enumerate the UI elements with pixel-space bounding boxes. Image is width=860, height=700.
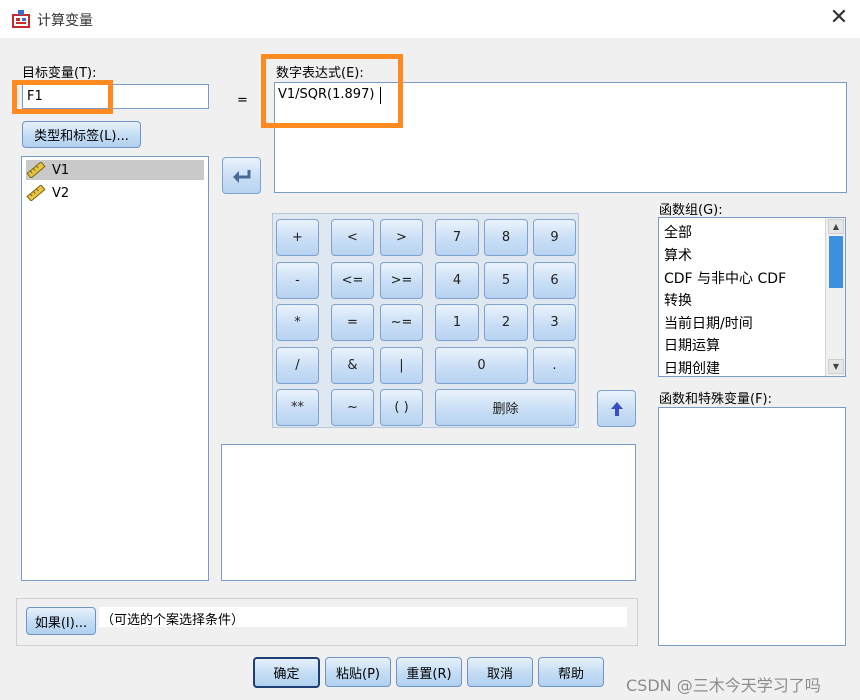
equals-sign: = [237,93,248,108]
key-2[interactable]: 2 [484,304,528,341]
target-highlight-box [12,80,113,114]
key-and[interactable]: & [331,347,374,384]
return-arrow-icon [232,169,250,183]
key-not-equal[interactable]: ~= [380,304,423,341]
key-1[interactable]: 1 [435,304,479,341]
key-delete[interactable]: 删除 [435,389,576,426]
target-variable-label: 目标变量(T): [22,66,97,81]
key-power[interactable]: ** [276,389,319,426]
key-9[interactable]: 9 [533,219,576,256]
watermark-text: CSDN @三木今天学习了吗 [626,676,821,695]
window-title: 计算变量 [37,13,93,29]
key-multiply[interactable]: * [276,304,319,341]
key-equals[interactable]: = [331,304,374,341]
variable-item-v2[interactable]: V2 [26,183,204,203]
scroll-up-icon[interactable]: ▲ [828,219,844,234]
function-group-scrollbar[interactable]: ▲ ▼ [825,218,845,376]
key-decimal[interactable]: . [533,347,576,384]
expression-highlight-box [261,54,403,128]
function-group-item[interactable]: 全部 [664,222,692,242]
variable-list[interactable]: V1 V2 [21,156,209,581]
key-not[interactable]: ~ [331,389,374,426]
function-group-item[interactable]: 日期创建 [664,358,720,378]
insert-function-button[interactable] [597,390,636,427]
if-condition-field: （可选的个案选择条件） [99,607,627,628]
reset-button[interactable]: 重置(R) [396,657,462,687]
variable-name: V1 [52,162,70,178]
key-minus[interactable]: - [276,262,319,299]
key-4[interactable]: 4 [435,262,479,299]
close-icon[interactable]: ✕ [828,6,850,30]
ruler-icon [26,185,46,201]
move-to-expression-button[interactable] [222,157,261,194]
key-5[interactable]: 5 [484,262,528,299]
variable-item-v1[interactable]: V1 [26,160,204,180]
paste-button[interactable]: 粘贴(P) [325,657,391,687]
key-divide[interactable]: / [276,347,319,384]
key-8[interactable]: 8 [484,219,528,256]
key-plus[interactable]: + [276,219,319,256]
ruler-icon [26,162,46,178]
function-group-item[interactable]: 转换 [664,290,692,310]
help-button[interactable]: 帮助 [538,657,604,687]
key-7[interactable]: 7 [435,219,479,256]
function-group-item[interactable]: 日期运算 [664,335,720,355]
functions-label: 函数和特殊变量(F): [659,392,773,407]
spss-app-icon [12,10,30,28]
up-arrow-icon [610,401,623,416]
if-condition-button[interactable]: 如果(I)... [26,607,96,635]
key-greater-than[interactable]: > [380,219,423,256]
key-6[interactable]: 6 [533,262,576,299]
key-3[interactable]: 3 [533,304,576,341]
scroll-thumb[interactable] [829,236,843,288]
function-group-item[interactable]: 算术 [664,245,692,265]
if-condition-text: （可选的个案选择条件） [101,613,245,628]
function-group-item[interactable]: 当前日期/时间 [664,313,753,333]
function-group-item[interactable]: CDF 与非中心 CDF [664,268,786,288]
type-and-label-button[interactable]: 类型和标签(L)... [22,121,141,148]
function-group-list[interactable]: 全部 算术 CDF 与非中心 CDF 转换 当前日期/时间 日期运算 日期创建 [658,217,846,377]
function-description-area [221,444,636,581]
key-or[interactable]: | [380,347,423,384]
key-less-than[interactable]: < [331,219,374,256]
ok-button[interactable]: 确定 [253,657,320,688]
key-less-equal[interactable]: <= [331,262,374,299]
title-bar [0,0,860,38]
key-0[interactable]: 0 [435,347,528,384]
scroll-down-icon[interactable]: ▼ [828,359,844,374]
function-group-label: 函数组(G): [659,203,723,218]
key-parentheses[interactable]: ( ) [380,389,423,426]
cancel-button[interactable]: 取消 [467,657,533,687]
functions-list[interactable] [658,407,846,646]
key-greater-equal[interactable]: >= [380,262,423,299]
variable-name: V2 [52,185,70,201]
